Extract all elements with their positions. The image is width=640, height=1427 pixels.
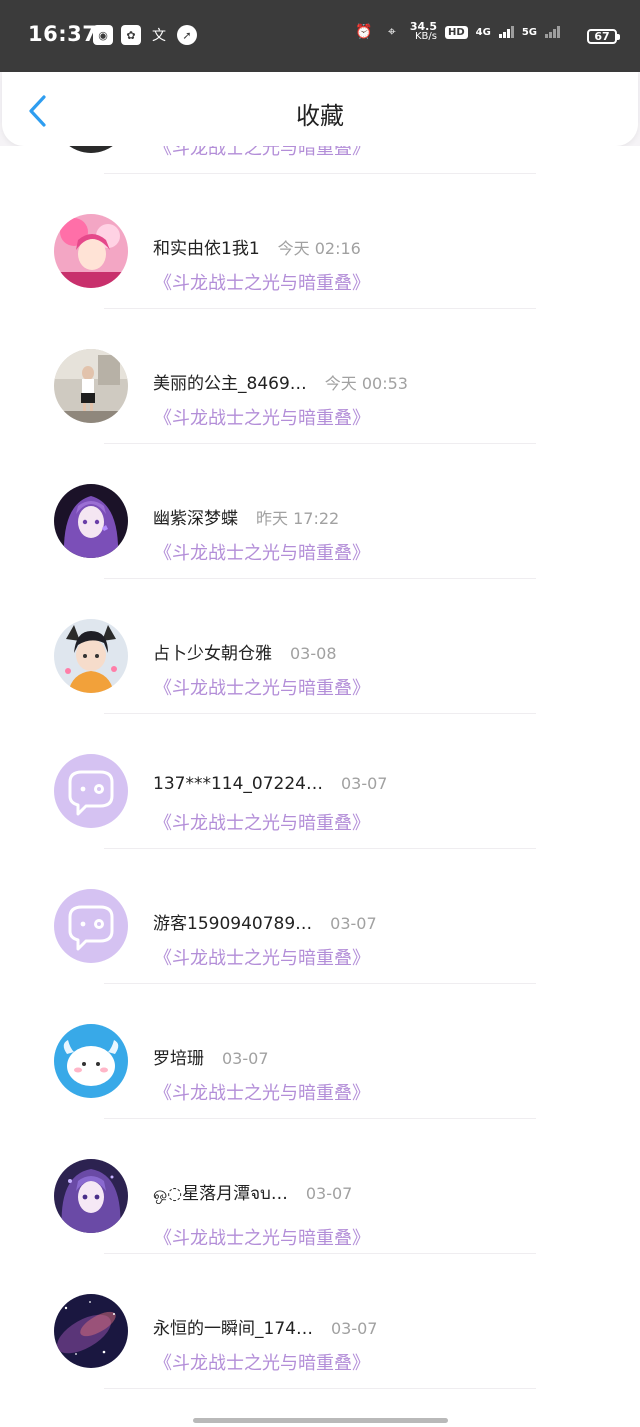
network-speed-unit: KB/s	[414, 31, 437, 42]
favorite-list-item[interactable]: 占卜少女朝仓雅 03-08 《斗龙战士之光与暗重叠》	[0, 579, 640, 714]
favorite-list-item[interactable]: 游客1590940789… 03-07 《斗龙战士之光与暗重叠》	[0, 849, 640, 984]
item-header-row: 幽紫深梦蝶 昨天 17:22	[153, 504, 339, 529]
user-avatar[interactable]	[54, 1024, 128, 1098]
work-title-link[interactable]: 《斗龙战士之光与暗重叠》	[154, 944, 370, 970]
item-header-row: 美丽的公主_8469… 今天 00:53	[153, 369, 408, 394]
item-header-row: 占卜少女朝仓雅 03-08	[153, 639, 337, 664]
app-header: 收藏	[2, 72, 638, 146]
status-time: 16:37	[28, 22, 98, 46]
user-name[interactable]: ஒ◌星落月潭จบ…	[153, 1179, 288, 1207]
work-title-link[interactable]: 《斗龙战士之光与暗重叠》	[154, 674, 370, 700]
favorite-list-item[interactable]: 幽紫深梦蝶 昨天 17:22 《斗龙战士之光与暗重叠》	[0, 444, 640, 579]
signal-bars-icon	[545, 26, 560, 38]
favorite-list-item[interactable]: 罗培珊 03-07 《斗龙战士之光与暗重叠》	[0, 984, 640, 1119]
page-title: 收藏	[296, 102, 344, 130]
user-name[interactable]: 占卜少女朝仓雅	[153, 639, 272, 664]
favorite-list-item[interactable]: 美丽的公主_8469… 今天 00:53 《斗龙战士之光与暗重叠》	[0, 309, 640, 444]
user-avatar[interactable]	[54, 349, 128, 423]
favorite-list-item[interactable]: 永恒的一瞬间_174… 03-07 《斗龙战士之光与暗重叠》	[0, 1254, 640, 1389]
item-time: 03-07	[305, 1184, 353, 1203]
network-speed: 34.5 KB/s	[410, 21, 437, 42]
user-name[interactable]: 永恒的一瞬间_174…	[153, 1314, 313, 1339]
work-title-link[interactable]: 《斗龙战士之光与暗重叠》	[154, 269, 370, 295]
favorite-list-item[interactable]: ஒ◌星落月潭จบ… 03-07 《斗龙战士之光与暗重叠》	[0, 1119, 640, 1254]
favorite-list-item[interactable]: 137***114_07224… 03-07 《斗龙战士之光与暗重叠》	[0, 714, 640, 849]
user-avatar[interactable]	[54, 619, 128, 693]
user-avatar[interactable]	[54, 484, 128, 558]
item-header-row: 罗培珊 03-07	[153, 1044, 269, 1069]
user-avatar[interactable]	[54, 146, 128, 153]
item-header-row: 和实由依1我1 今天 02:16	[153, 234, 361, 259]
favorite-list-item[interactable]: 和实由依1我1 今天 02:16 《斗龙战士之光与暗重叠》	[0, 174, 640, 309]
app-icon: ◉	[93, 25, 113, 45]
work-title-link[interactable]: 《斗龙战士之光与暗重叠》	[154, 539, 370, 565]
location-icon: ⌖	[387, 24, 396, 40]
work-title-link[interactable]: 《斗龙战士之光与暗重叠》	[154, 404, 370, 430]
battery-icon: 67	[587, 29, 620, 44]
status-bar: 16:37 ◉ ✿ 文 ➚ ⏰ ⌖ 34.5 KB/s HD 4G 5G 67	[0, 0, 640, 72]
item-time: 今天 02:16	[277, 239, 361, 258]
item-header-row: 永恒的一瞬间_174… 03-07	[153, 1314, 377, 1339]
work-title-link[interactable]: 《斗龙战士之光与暗重叠》	[154, 1079, 370, 1105]
compass-icon: ➚	[177, 25, 197, 45]
baidu-icon: ✿	[121, 25, 141, 45]
user-avatar[interactable]	[54, 1294, 128, 1368]
translate-icon: 文	[152, 28, 166, 44]
user-name[interactable]: 罗培珊	[153, 1044, 204, 1069]
signal-bars-icon	[498, 26, 514, 38]
user-name[interactable]: 美丽的公主_8469…	[153, 369, 307, 394]
user-name[interactable]: 游客1590940789…	[153, 909, 312, 934]
hd-badge: HD	[444, 25, 468, 39]
item-time: 昨天 17:22	[256, 509, 340, 528]
home-indicator[interactable]	[193, 1418, 448, 1423]
alarm-icon: ⏰	[355, 24, 373, 40]
user-avatar[interactable]	[54, 889, 128, 963]
item-divider	[104, 1388, 536, 1389]
item-time: 03-07	[222, 1049, 269, 1068]
item-time: 今天 00:53	[324, 374, 408, 393]
item-time: 03-08	[290, 644, 337, 663]
user-name[interactable]: 幽紫深梦蝶	[153, 504, 238, 529]
work-title-link[interactable]: 《斗龙战士之光与暗重叠》	[154, 1349, 370, 1375]
item-time: 03-07	[340, 774, 388, 793]
work-title-link[interactable]: 《斗龙战士之光与暗重叠》	[154, 1224, 370, 1250]
item-header-row: ஒ◌星落月潭จบ… 03-07	[153, 1179, 352, 1207]
user-name[interactable]: 和实由依1我1	[153, 234, 260, 259]
work-title-link[interactable]: 《斗龙战士之光与暗重叠》	[154, 146, 370, 160]
favorite-list-item[interactable]: 《斗龙战士之光与暗重叠》	[0, 146, 640, 174]
signal-5g-label: 5G	[521, 26, 537, 38]
user-avatar[interactable]	[54, 754, 128, 828]
user-name[interactable]: 137***114_07224…	[153, 774, 323, 794]
item-time: 03-07	[330, 914, 377, 933]
work-title-link[interactable]: 《斗龙战士之光与暗重叠》	[154, 809, 370, 835]
favorites-list[interactable]: 《斗龙战士之光与暗重叠》 和实由依1我1 今天 02:16 《斗龙战士之光与暗重叠》美…	[0, 146, 640, 1427]
item-header-row: 游客1590940789… 03-07	[153, 909, 377, 934]
item-time: 03-07	[330, 1319, 378, 1338]
user-avatar[interactable]	[54, 214, 128, 288]
signal-4g-label: 4G	[475, 26, 491, 38]
item-header-row: 137***114_07224… 03-07	[153, 774, 387, 794]
user-avatar[interactable]	[54, 1159, 128, 1233]
